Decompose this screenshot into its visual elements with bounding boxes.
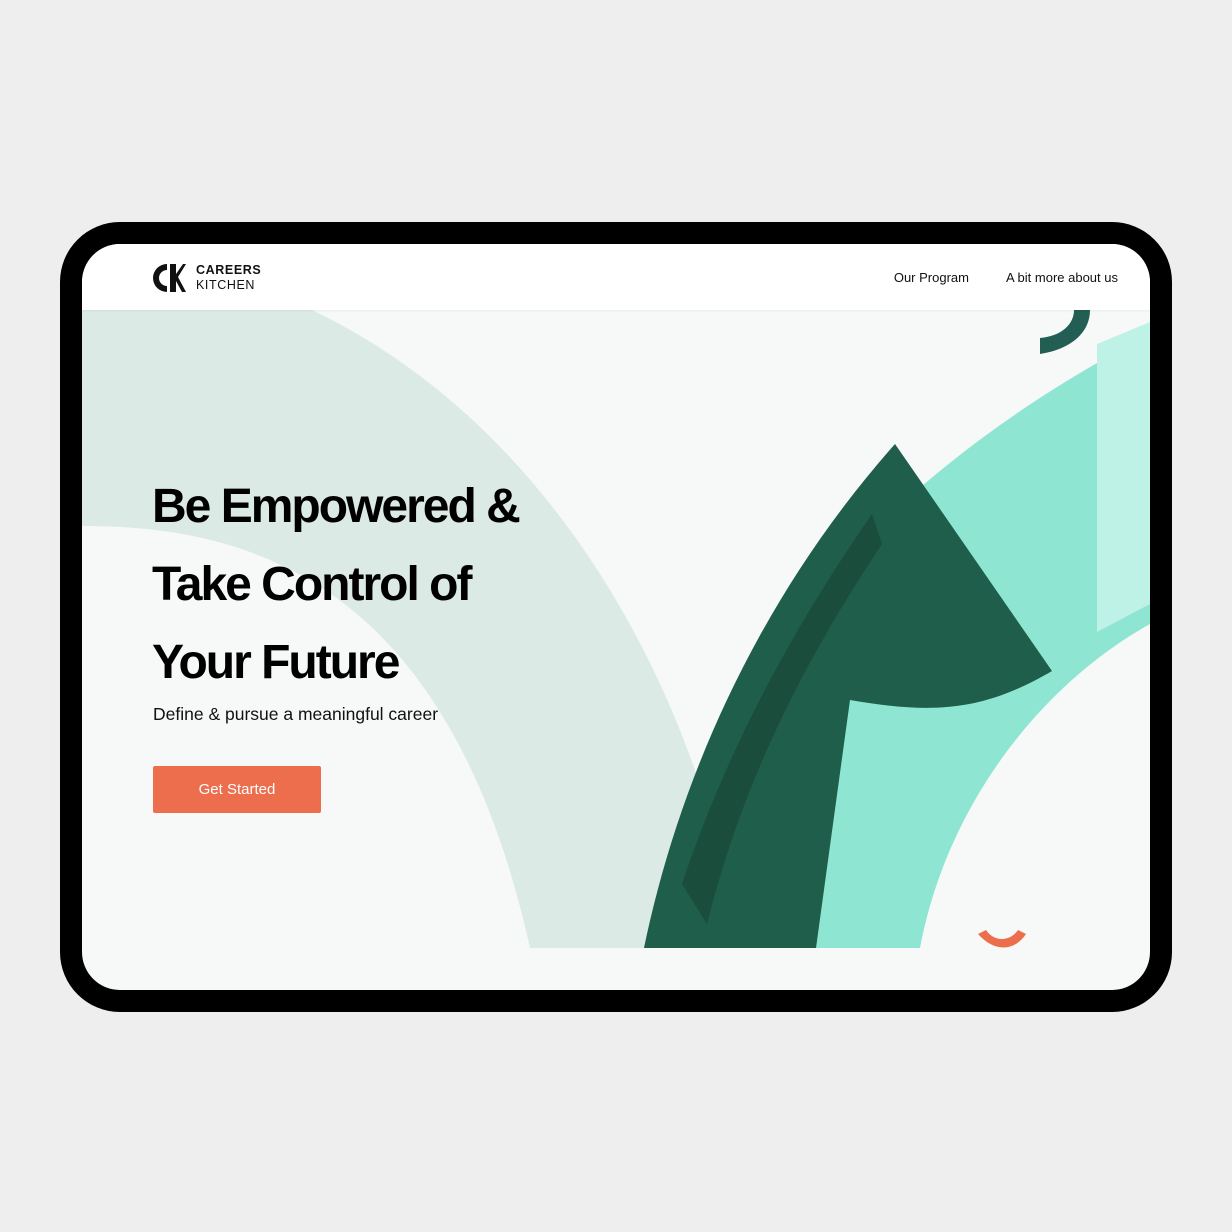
main-nav: Our Program A bit more about us	[894, 270, 1118, 285]
brand-logo[interactable]: CAREERS KITCHEN	[152, 260, 261, 296]
screen: CAREERS KITCHEN Our Program A bit more a…	[82, 244, 1150, 990]
brand-line-1: CAREERS	[196, 263, 262, 277]
hero-title-line: Be Empowered &	[152, 480, 521, 533]
hero-subtitle: Define & pursue a meaningful career	[153, 704, 439, 724]
nav-link-about-us[interactable]: A bit more about us	[1006, 270, 1118, 285]
hero-title-line: Your Future	[152, 636, 400, 689]
ck-logo-icon	[153, 264, 186, 292]
dark-arc-top	[1040, 310, 1090, 354]
nav-link-our-program[interactable]: Our Program	[894, 270, 969, 285]
mint-highlight-shape	[1097, 322, 1150, 632]
hero-title: Be Empowered & Take Control of Your Futu…	[152, 468, 521, 702]
get-started-button[interactable]: Get Started	[153, 766, 321, 813]
top-navigation-bar: CAREERS KITCHEN Our Program A bit more a…	[82, 244, 1150, 310]
brand-wordmark: CAREERS KITCHEN	[196, 263, 261, 293]
orange-arc-shape	[978, 930, 1026, 948]
brand-line-2: KITCHEN	[196, 278, 256, 292]
hero-title-line: Take Control of	[152, 558, 472, 611]
device-frame: CAREERS KITCHEN Our Program A bit more a…	[60, 222, 1172, 1012]
